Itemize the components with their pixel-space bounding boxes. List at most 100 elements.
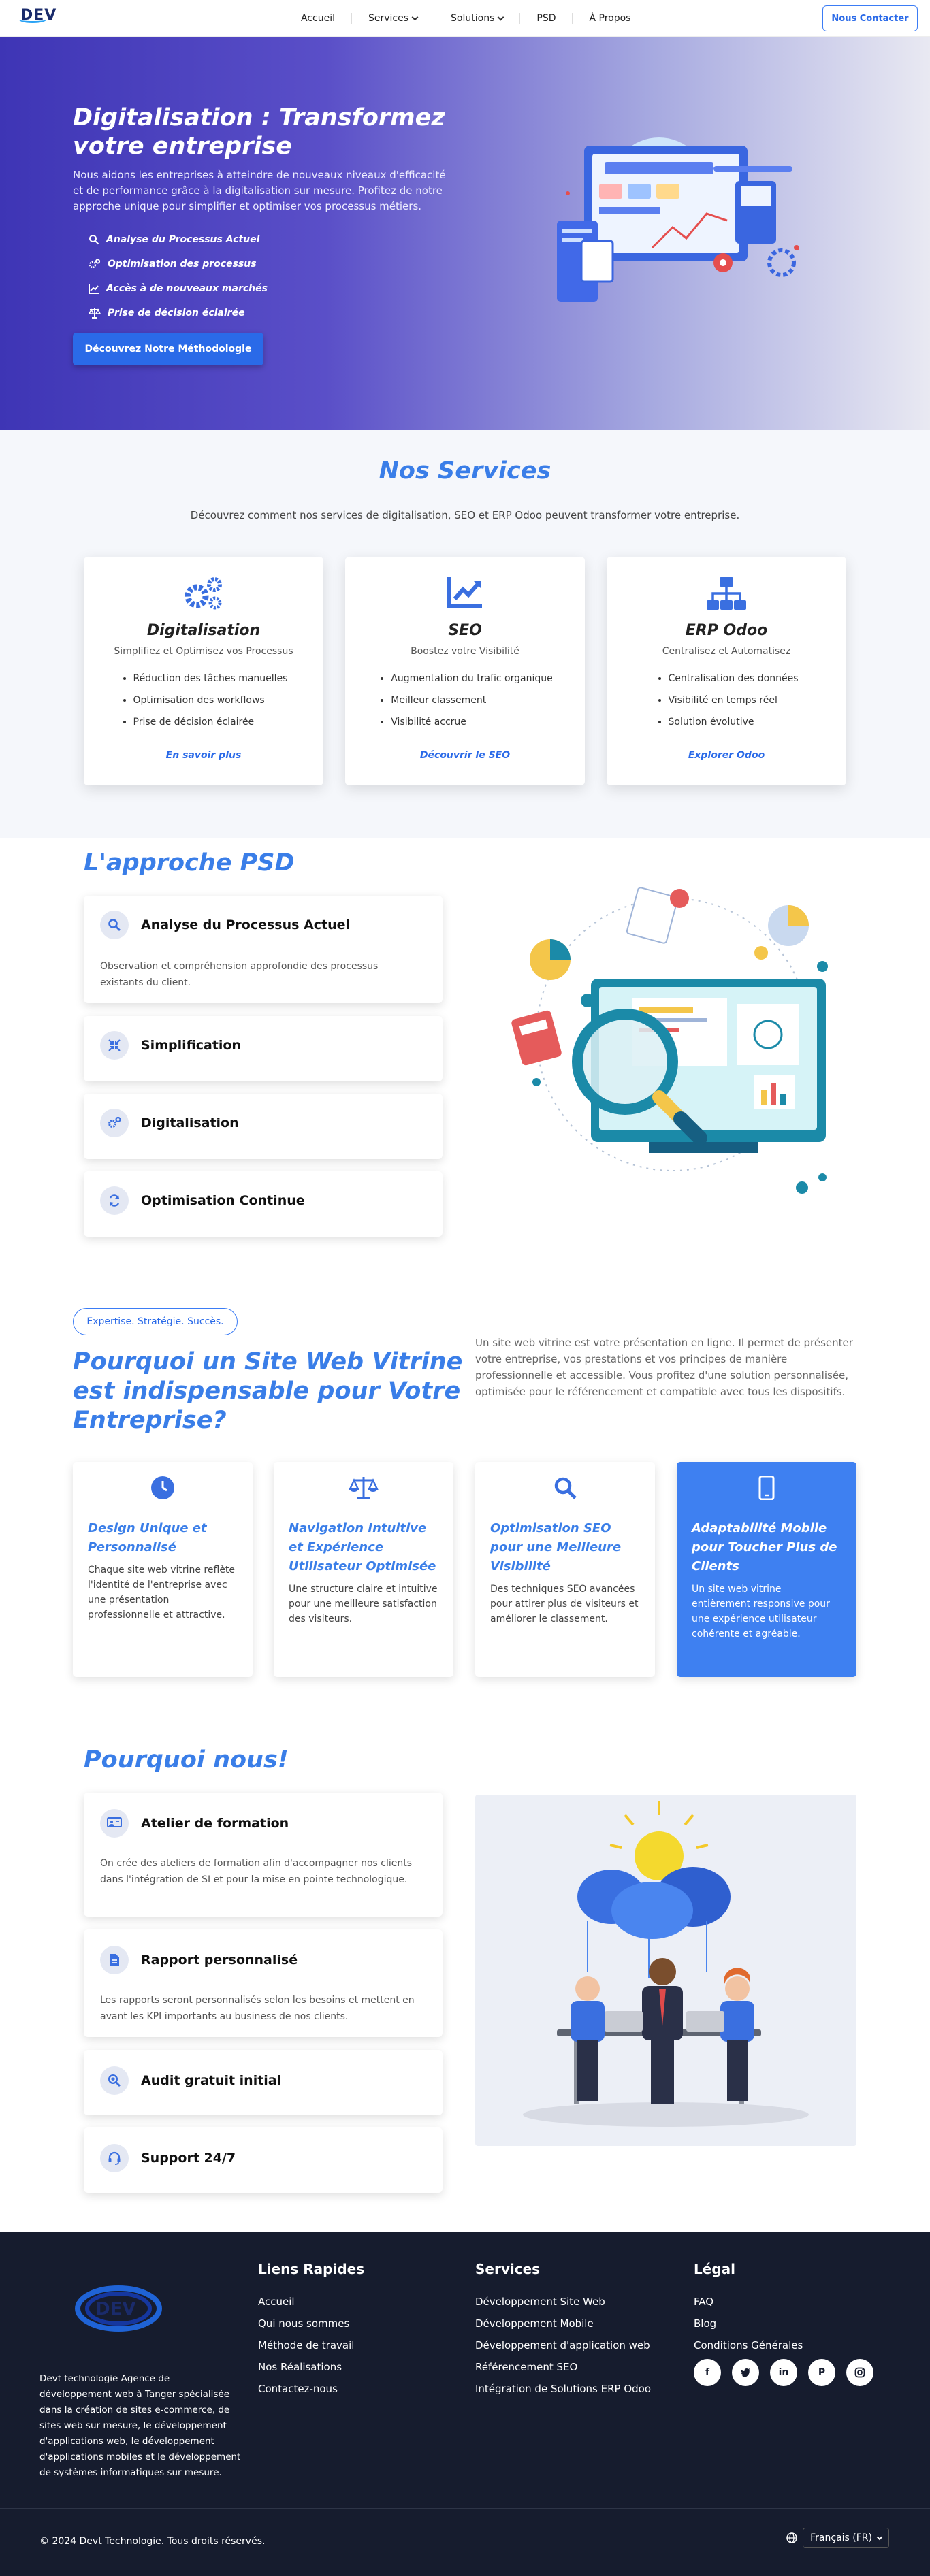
headset-icon	[100, 2144, 129, 2172]
footer-link-blog[interactable]: Blog	[694, 2313, 803, 2334]
feature-label: Prise de décision éclairée	[108, 308, 245, 319]
contact-button[interactable]: Nous Contacter	[822, 5, 918, 31]
methodology-button[interactable]: Découvrez Notre Méthodologie	[73, 333, 263, 365]
pinterest-icon[interactable]: P	[808, 2359, 835, 2386]
list-item: Centralisation des données	[669, 668, 799, 689]
footer-link-accueil[interactable]: Accueil	[258, 2291, 364, 2313]
service-card-list: Réduction des tâches manuelles Optimisat…	[120, 668, 288, 733]
linkedin-icon[interactable]: in	[770, 2359, 797, 2386]
footer-link-realisations[interactable]: Nos Réalisations	[258, 2356, 364, 2378]
list-item: Visibilité accrue	[391, 711, 552, 733]
chevron-down-icon	[876, 2534, 883, 2540]
service-card-link[interactable]: Explorer Odoo	[607, 750, 846, 761]
service-card-link[interactable]: En savoir plus	[84, 750, 323, 761]
footer-logo[interactable]: DEV	[75, 2281, 163, 2336]
psd-step-title: Simplification	[141, 1038, 241, 1053]
chart-line-icon	[89, 284, 99, 294]
footer-link-faq[interactable]: FAQ	[694, 2291, 803, 2313]
list-item: Prise de décision éclairée	[133, 711, 288, 733]
nav-link-label: Services	[368, 13, 409, 24]
language-select[interactable]: Français (FR)	[803, 2528, 889, 2548]
gears-icon	[100, 1109, 129, 1137]
psd-step-title: Digitalisation	[141, 1115, 239, 1130]
vitrine-title: Pourquoi un Site Web Vitrine est indispe…	[73, 1348, 463, 1434]
search-icon	[100, 911, 129, 939]
feature-card-seo: Optimisation SEO pour une Meilleure Visi…	[475, 1462, 655, 1677]
list-item: Prise de décision éclairée	[89, 301, 268, 325]
service-card-title: ERP Odoo	[685, 622, 768, 639]
nav-link-services[interactable]: Services	[352, 13, 435, 24]
footer-logo-text: DEV	[95, 2299, 136, 2319]
feature-card-title: Design Unique et Personnalisé	[88, 1521, 207, 1554]
service-card-erp: ERP Odoo Centralisez et Automatisez Cent…	[607, 557, 846, 785]
why-item-rapport[interactable]: Rapport personnalisé Les rapports seront…	[84, 1929, 443, 2037]
compress-icon	[100, 1031, 129, 1060]
why-title: Pourquoi nous!	[84, 1746, 289, 1774]
dashboard-illustration	[557, 137, 799, 302]
gears-icon	[89, 259, 101, 269]
footer: DEV Devt technologie Agence de développe…	[0, 2232, 930, 2576]
footer-link-mobile[interactable]: Développement Mobile	[475, 2313, 651, 2334]
footer-link-qui-nous-sommes[interactable]: Qui nous sommes	[258, 2313, 364, 2334]
footer-legal-links: Légal FAQ Blog Conditions Générales	[694, 2261, 803, 2356]
service-card-list: Centralisation des données Visibilité en…	[655, 668, 799, 733]
services-title: Nos Services	[379, 457, 551, 485]
twitter-icon[interactable]	[732, 2359, 759, 2386]
feature-label: Accès à de nouveaux marchés	[106, 283, 268, 294]
why-item-atelier[interactable]: Atelier de formation On crée des atelier…	[84, 1793, 443, 1917]
footer-link-seo[interactable]: Référencement SEO	[475, 2356, 651, 2378]
sitemap-icon	[707, 577, 746, 610]
why-item-title: Atelier de formation	[141, 1816, 289, 1831]
service-card-title: Digitalisation	[146, 622, 261, 639]
why-item-support[interactable]: Support 24/7	[84, 2127, 443, 2193]
feature-card-title: Optimisation SEO pour une Meilleure Visi…	[490, 1521, 622, 1574]
feature-card-body: Un site web vitrine entièrement responsi…	[692, 1584, 830, 1640]
why-item-audit[interactable]: Audit gratuit initial	[84, 2050, 443, 2115]
footer-services-links: Services Développement Site Web Développ…	[475, 2261, 651, 2400]
footer-link-site-web[interactable]: Développement Site Web	[475, 2291, 651, 2313]
facebook-icon[interactable]: f	[694, 2359, 721, 2386]
copyright: © 2024 Devt Technologie. Tous droits rés…	[39, 2536, 266, 2547]
footer-link-contact[interactable]: Contactez-nous	[258, 2378, 364, 2400]
chart-line-icon	[447, 577, 482, 608]
footer-link-conditions[interactable]: Conditions Générales	[694, 2334, 803, 2356]
footer-column-title: Liens Rapides	[258, 2261, 365, 2277]
why-item-title: Rapport personnalisé	[141, 1953, 298, 1968]
psd-step-digitalisation[interactable]: Digitalisation	[84, 1094, 443, 1159]
hero-title: Digitalisation : Transformez votre entre…	[73, 104, 445, 160]
footer-link-app-web[interactable]: Développement d'application web	[475, 2334, 651, 2356]
footer-quick-links: Liens Rapides Accueil Qui nous sommes Mé…	[258, 2261, 364, 2400]
footer-divider	[0, 2508, 930, 2509]
psd-step-simplification[interactable]: Simplification	[84, 1016, 443, 1081]
psd-step-analyse[interactable]: Analyse du Processus Actuel Observation …	[84, 896, 443, 1003]
feature-card-mobile: Adaptabilité Mobile pour Toucher Plus de…	[677, 1462, 856, 1677]
psd-step-optimisation[interactable]: Optimisation Continue	[84, 1171, 443, 1237]
feature-card-navigation: Navigation Intuitive et Expérience Utili…	[274, 1462, 453, 1677]
feature-card-title: Navigation Intuitive et Expérience Utili…	[289, 1521, 436, 1574]
footer-link-erp[interactable]: Intégration de Solutions ERP Odoo	[475, 2378, 651, 2400]
hero-lead: Nous aidons les entreprises à atteindre …	[73, 169, 446, 212]
search-icon	[89, 235, 99, 245]
services-intro: Découvrez comment nos services de digita…	[190, 509, 740, 521]
social-links: f in P	[694, 2359, 873, 2386]
list-item: Optimisation des workflows	[133, 689, 288, 711]
instagram-icon[interactable]	[846, 2359, 873, 2386]
nav-link-psd[interactable]: PSD	[520, 13, 573, 24]
nav-link-apropos[interactable]: À Propos	[573, 13, 647, 24]
chevron-down-icon	[497, 14, 504, 20]
balance-icon	[349, 1477, 379, 1499]
nav-link-solutions[interactable]: Solutions	[434, 13, 521, 24]
footer-link-methode[interactable]: Méthode de travail	[258, 2334, 364, 2356]
service-card-link[interactable]: Découvrir le SEO	[345, 750, 585, 761]
list-item: Solution évolutive	[669, 711, 799, 733]
service-card-subtitle: Simplifiez et Optimisez vos Processus	[114, 646, 293, 657]
footer-column-title: Légal	[694, 2261, 735, 2277]
logo[interactable]: DEV	[19, 7, 57, 24]
analysis-illustration	[511, 887, 828, 1194]
footer-description: Devt technologie Agence de développement…	[39, 2373, 241, 2478]
nav-link-accueil[interactable]: Accueil	[285, 13, 352, 24]
service-card-title: SEO	[448, 622, 482, 639]
search-plus-icon	[100, 2066, 129, 2095]
why-item-body: Les rapports seront personnalisés selon …	[100, 1995, 415, 2022]
globe-icon	[786, 2532, 797, 2543]
